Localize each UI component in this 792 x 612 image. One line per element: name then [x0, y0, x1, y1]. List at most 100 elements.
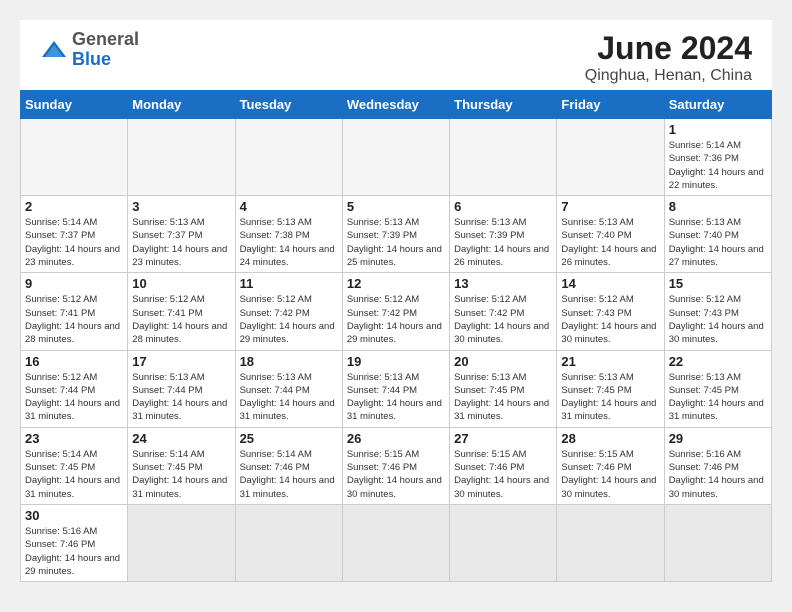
day-number: 14 [561, 276, 659, 291]
calendar-day-cell [450, 504, 557, 581]
calendar-day-cell [235, 504, 342, 581]
day-number: 15 [669, 276, 767, 291]
calendar-day-cell: 23 Sunrise: 5:14 AM Sunset: 7:45 PM Dayli… [21, 427, 128, 504]
day-number: 1 [669, 122, 767, 137]
day-number: 9 [25, 276, 123, 291]
calendar-day-header: Friday [557, 91, 664, 119]
calendar-day-cell: 26Sunrise: 5:15 AM Sunset: 7:46 PM Dayli… [342, 427, 449, 504]
calendar-day-cell [557, 504, 664, 581]
day-number: 3 [132, 199, 230, 214]
day-info: Sunrise: 5:12 AM Sunset: 7:43 PM Dayligh… [669, 293, 767, 346]
day-info: Sunrise: 5:13 AM Sunset: 7:39 PM Dayligh… [454, 216, 552, 269]
calendar-day-cell [21, 119, 128, 196]
day-number: 5 [347, 199, 445, 214]
calendar-table: SundayMondayTuesdayWednesdayThursdayFrid… [20, 90, 772, 582]
calendar-day-cell: 6 Sunrise: 5:13 AM Sunset: 7:39 PM Daylig… [450, 196, 557, 273]
calendar-day-cell: 13 Sunrise: 5:12 AM Sunset: 7:42 PM Dayli… [450, 273, 557, 350]
calendar-week-row: 9 Sunrise: 5:12 AM Sunset: 7:41 PM Daylig… [21, 273, 772, 350]
calendar-day-header: Tuesday [235, 91, 342, 119]
day-info: Sunrise: 5:13 AM Sunset: 7:40 PM Dayligh… [669, 216, 767, 269]
day-info: Sunrise: 5:15 AM Sunset: 7:46 PM Dayligh… [561, 448, 659, 501]
calendar-day-cell [342, 119, 449, 196]
calendar-day-cell: 10Sunrise: 5:12 AM Sunset: 7:41 PM Dayli… [128, 273, 235, 350]
logo-text: General Blue [72, 30, 139, 70]
calendar-day-cell: 14 Sunrise: 5:12 AM Sunset: 7:43 PM Dayli… [557, 273, 664, 350]
day-number: 13 [454, 276, 552, 291]
day-info: Sunrise: 5:13 AM Sunset: 7:44 PM Dayligh… [132, 371, 230, 424]
calendar-day-cell [450, 119, 557, 196]
day-number: 12 [347, 276, 445, 291]
day-info: Sunrise: 5:13 AM Sunset: 7:45 PM Dayligh… [454, 371, 552, 424]
day-info: Sunrise: 5:13 AM Sunset: 7:40 PM Dayligh… [561, 216, 659, 269]
day-info: Sunrise: 5:16 AM Sunset: 7:46 PM Dayligh… [25, 525, 123, 578]
calendar-header-row: SundayMondayTuesdayWednesdayThursdayFrid… [21, 91, 772, 119]
day-number: 25 [240, 431, 338, 446]
day-number: 27 [454, 431, 552, 446]
day-number: 29 [669, 431, 767, 446]
calendar-week-row: 16 Sunrise: 5:12 AM Sunset: 7:44 PM Dayli… [21, 350, 772, 427]
day-number: 17 [132, 354, 230, 369]
day-number: 16 [25, 354, 123, 369]
calendar-day-cell: 16 Sunrise: 5:12 AM Sunset: 7:44 PM Dayli… [21, 350, 128, 427]
day-number: 20 [454, 354, 552, 369]
calendar-day-header: Wednesday [342, 91, 449, 119]
calendar-day-cell: 29 Sunrise: 5:16 AM Sunset: 7:46 PM Dayli… [664, 427, 771, 504]
day-info: Sunrise: 5:13 AM Sunset: 7:44 PM Dayligh… [347, 371, 445, 424]
calendar-title: June 2024 [585, 30, 752, 67]
day-info: Sunrise: 5:12 AM Sunset: 7:43 PM Dayligh… [561, 293, 659, 346]
day-info: Sunrise: 5:12 AM Sunset: 7:42 PM Dayligh… [347, 293, 445, 346]
day-info: Sunrise: 5:13 AM Sunset: 7:45 PM Dayligh… [669, 371, 767, 424]
day-info: Sunrise: 5:13 AM Sunset: 7:38 PM Dayligh… [240, 216, 338, 269]
day-number: 28 [561, 431, 659, 446]
calendar-week-row: 23 Sunrise: 5:14 AM Sunset: 7:45 PM Dayli… [21, 427, 772, 504]
calendar-day-cell: 5 Sunrise: 5:13 AM Sunset: 7:39 PM Daylig… [342, 196, 449, 273]
calendar-day-cell: 12 Sunrise: 5:12 AM Sunset: 7:42 PM Dayli… [342, 273, 449, 350]
calendar-day-cell [128, 119, 235, 196]
calendar-day-cell: 17 Sunrise: 5:13 AM Sunset: 7:44 PM Dayli… [128, 350, 235, 427]
calendar-day-cell: 22 Sunrise: 5:13 AM Sunset: 7:45 PM Dayli… [664, 350, 771, 427]
calendar-day-cell: 27 Sunrise: 5:15 AM Sunset: 7:46 PM Dayli… [450, 427, 557, 504]
calendar-week-row: 2Sunrise: 5:14 AM Sunset: 7:37 PM Daylig… [21, 196, 772, 273]
calendar-week-row: 30 Sunrise: 5:16 AM Sunset: 7:46 PM Dayli… [21, 504, 772, 581]
calendar-day-cell: 8Sunrise: 5:13 AM Sunset: 7:40 PM Daylig… [664, 196, 771, 273]
calendar-day-cell: 4 Sunrise: 5:13 AM Sunset: 7:38 PM Daylig… [235, 196, 342, 273]
day-info: Sunrise: 5:12 AM Sunset: 7:42 PM Dayligh… [240, 293, 338, 346]
day-number: 23 [25, 431, 123, 446]
day-info: Sunrise: 5:16 AM Sunset: 7:46 PM Dayligh… [669, 448, 767, 501]
calendar-day-cell: 19 Sunrise: 5:13 AM Sunset: 7:44 PM Dayli… [342, 350, 449, 427]
day-number: 18 [240, 354, 338, 369]
header: General Blue June 2024 Qinghua, Henan, C… [20, 20, 772, 90]
day-number: 24 [132, 431, 230, 446]
title-block: June 2024 Qinghua, Henan, China [585, 30, 752, 85]
calendar-day-cell: 9Sunrise: 5:12 AM Sunset: 7:41 PM Daylig… [21, 273, 128, 350]
calendar-week-row: 1Sunrise: 5:14 AM Sunset: 7:36 PM Daylig… [21, 119, 772, 196]
logo: General Blue [40, 30, 139, 70]
day-info: Sunrise: 5:15 AM Sunset: 7:46 PM Dayligh… [454, 448, 552, 501]
day-info: Sunrise: 5:13 AM Sunset: 7:39 PM Dayligh… [347, 216, 445, 269]
day-info: Sunrise: 5:12 AM Sunset: 7:44 PM Dayligh… [25, 371, 123, 424]
calendar-day-cell: 3Sunrise: 5:13 AM Sunset: 7:37 PM Daylig… [128, 196, 235, 273]
calendar-day-cell: 20 Sunrise: 5:13 AM Sunset: 7:45 PM Dayli… [450, 350, 557, 427]
day-number: 19 [347, 354, 445, 369]
day-info: Sunrise: 5:14 AM Sunset: 7:46 PM Dayligh… [240, 448, 338, 501]
day-number: 26 [347, 431, 445, 446]
calendar-day-cell [557, 119, 664, 196]
calendar-day-cell: 21Sunrise: 5:13 AM Sunset: 7:45 PM Dayli… [557, 350, 664, 427]
day-number: 6 [454, 199, 552, 214]
day-number: 4 [240, 199, 338, 214]
day-info: Sunrise: 5:14 AM Sunset: 7:45 PM Dayligh… [25, 448, 123, 501]
calendar-day-cell [342, 504, 449, 581]
calendar-day-cell: 24Sunrise: 5:14 AM Sunset: 7:45 PM Dayli… [128, 427, 235, 504]
calendar-day-cell: 2Sunrise: 5:14 AM Sunset: 7:37 PM Daylig… [21, 196, 128, 273]
calendar-subtitle: Qinghua, Henan, China [585, 67, 752, 85]
day-info: Sunrise: 5:13 AM Sunset: 7:44 PM Dayligh… [240, 371, 338, 424]
day-info: Sunrise: 5:12 AM Sunset: 7:42 PM Dayligh… [454, 293, 552, 346]
calendar-day-header: Sunday [21, 91, 128, 119]
calendar-day-cell [128, 504, 235, 581]
logo-blue-text: Blue [72, 49, 111, 69]
day-info: Sunrise: 5:12 AM Sunset: 7:41 PM Dayligh… [132, 293, 230, 346]
calendar-day-cell: 7Sunrise: 5:13 AM Sunset: 7:40 PM Daylig… [557, 196, 664, 273]
day-number: 30 [25, 508, 123, 523]
day-number: 22 [669, 354, 767, 369]
calendar-day-header: Monday [128, 91, 235, 119]
